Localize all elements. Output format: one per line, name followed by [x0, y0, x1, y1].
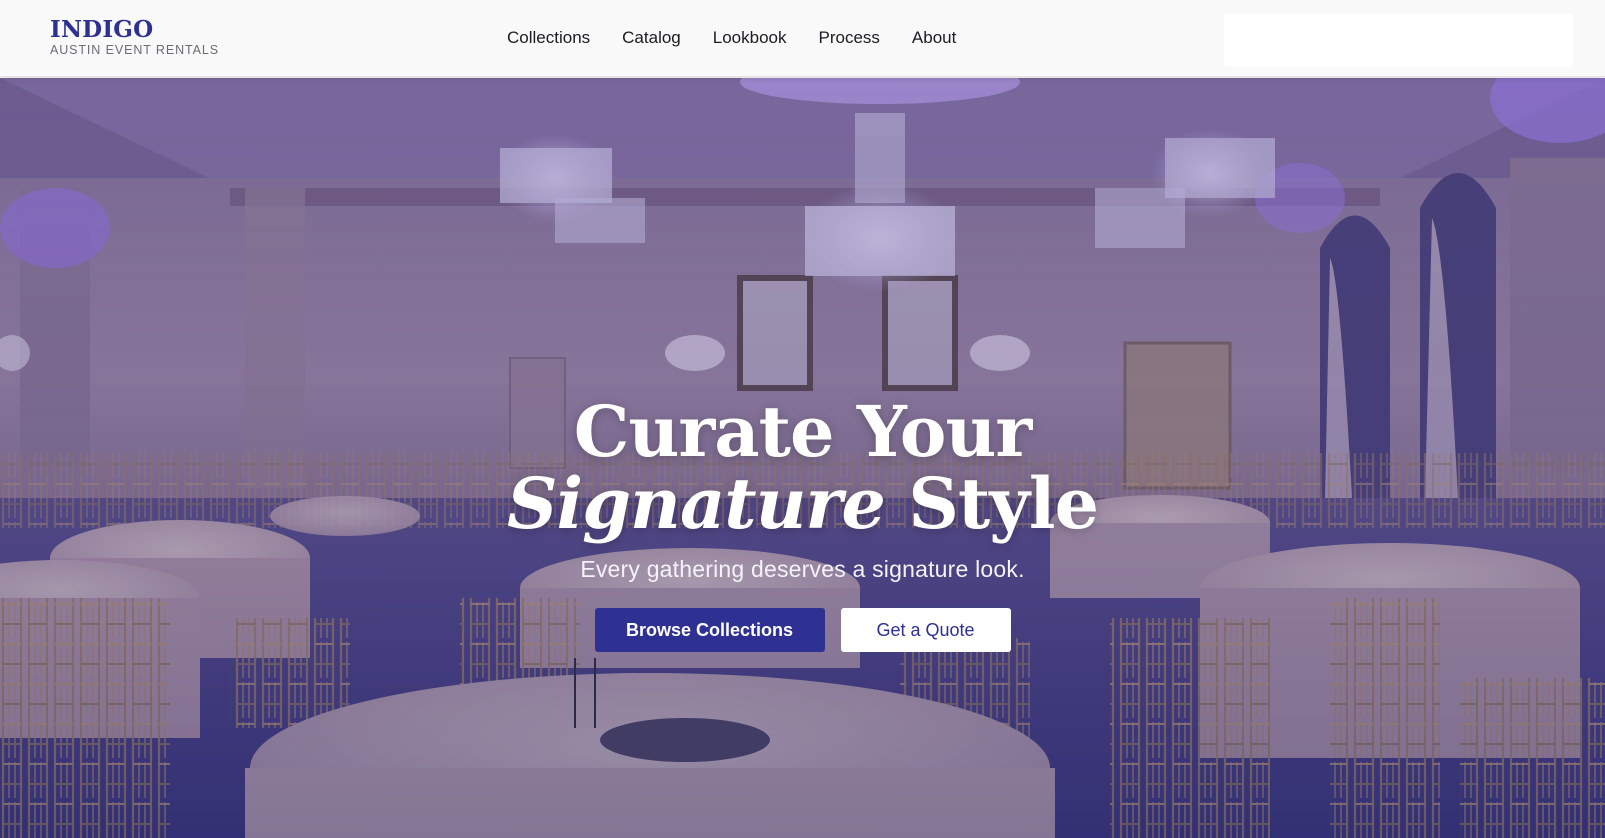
- hero-section: Curate Your Signature Style Every gather…: [0, 78, 1605, 838]
- hero-cta-row: Browse Collections Get a Quote: [0, 608, 1605, 652]
- brand-tagline: AUSTIN EVENT RENTALS: [50, 43, 219, 57]
- main-nav: Collections Catalog Lookbook Process Abo…: [507, 27, 988, 49]
- browse-collections-button[interactable]: Browse Collections: [594, 608, 825, 652]
- site-header: INDIGO AUSTIN EVENT RENTALS Collections …: [0, 0, 1605, 77]
- nav-link-lookbook[interactable]: Lookbook: [713, 27, 787, 49]
- nav-link-process[interactable]: Process: [819, 27, 880, 49]
- headline-italic: Signature: [506, 462, 886, 545]
- get-a-quote-button[interactable]: Get a Quote: [840, 608, 1011, 652]
- headline-line1: Curate Your: [573, 390, 1032, 473]
- hero-subheading: Every gathering deserves a signature loo…: [580, 556, 1025, 582]
- hero-content: Curate Your Signature Style Every gather…: [0, 396, 1605, 652]
- nav-link-about[interactable]: About: [912, 27, 956, 49]
- brand-logo[interactable]: INDIGO AUSTIN EVENT RENTALS: [50, 16, 219, 58]
- hero-headline: Curate Your Signature Style: [0, 396, 1605, 540]
- brand-name: INDIGO: [50, 16, 154, 43]
- nav-link-catalog[interactable]: Catalog: [622, 27, 681, 49]
- header-blank-panel: [1224, 14, 1573, 67]
- nav-link-collections[interactable]: Collections: [507, 27, 590, 49]
- headline-rest: Style: [884, 462, 1099, 545]
